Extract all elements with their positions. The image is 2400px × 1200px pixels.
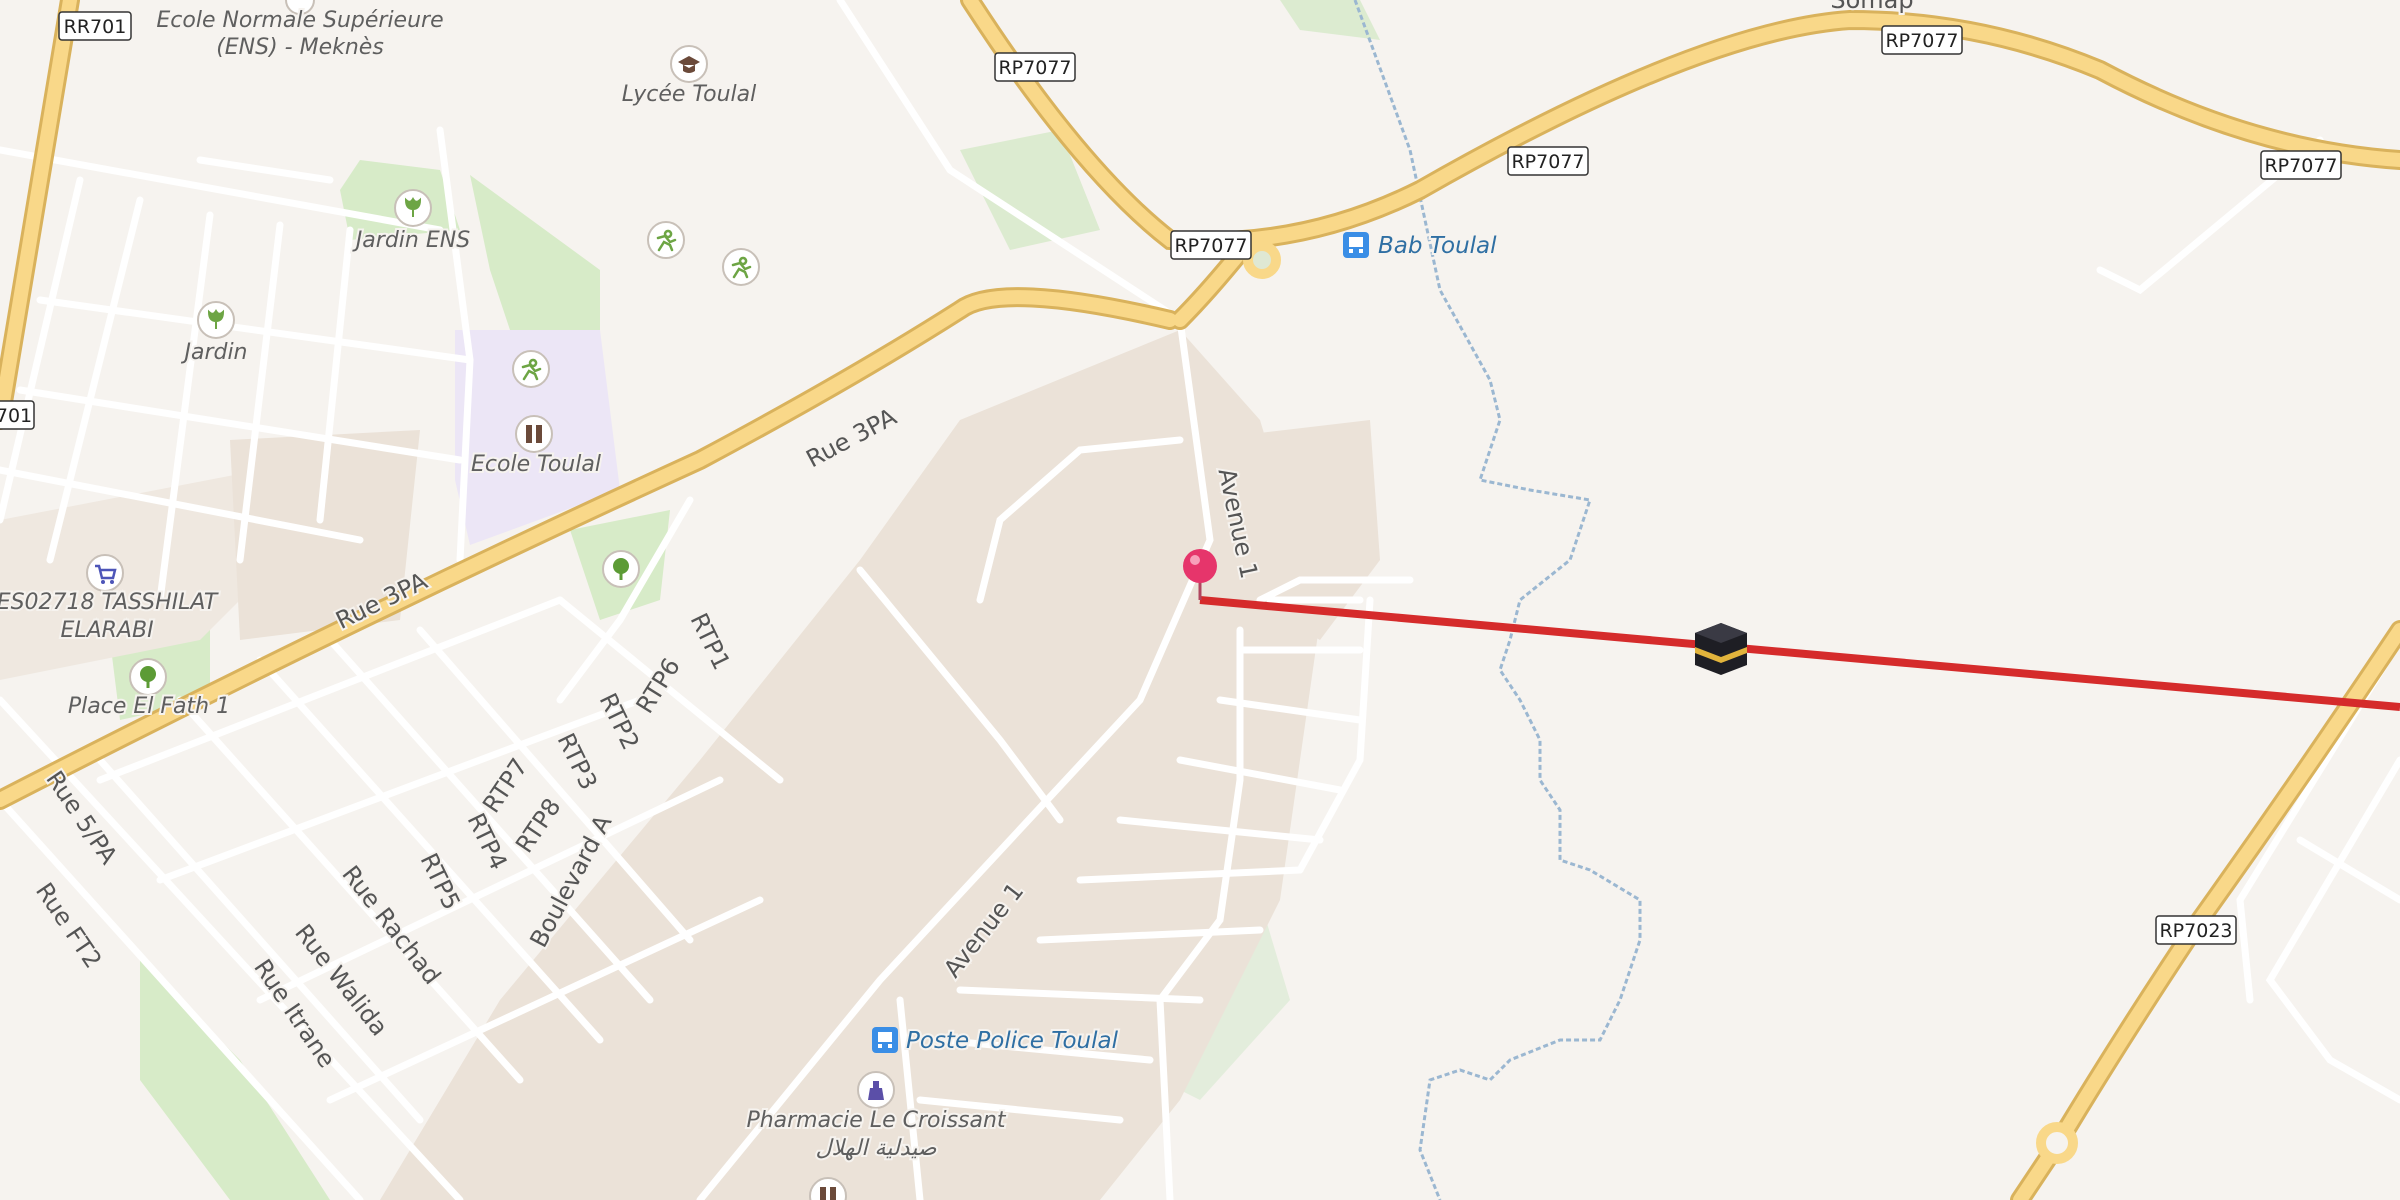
route-shield: RP7077 [2260,150,2342,180]
kaaba-icon[interactable] [1695,623,1747,675]
route-shield: RP7077 [1507,146,1589,176]
route-shield: RR701 [58,11,132,41]
sports-icon[interactable] [722,248,760,286]
route-shield: RP7023 [2155,915,2237,945]
school-icon[interactable] [515,415,553,453]
place-label: ES02718 TASSHILAT [0,590,219,615]
place-label: Ecole Toulal [471,452,601,477]
garden-icon[interactable] [394,189,432,227]
svg-text:RP7077: RP7077 [1885,30,1958,52]
place-label: Place El Fath 1 [68,694,230,719]
svg-text:RR701: RR701 [64,16,127,38]
park-tree-icon[interactable] [129,658,167,696]
transit-label: Poste Police Toulal [906,1028,1119,1054]
route-shield: RP7077 [1881,25,1963,55]
park-tree-icon[interactable] [602,550,640,588]
svg-text:RP7077: RP7077 [1174,235,1247,257]
transit-label: Bab Toulal [1378,233,1497,259]
garden-icon[interactable] [197,301,235,339]
graduation-cap-icon[interactable] [670,45,708,83]
route-shield: 701 [0,400,35,430]
route-shield: RP7077 [994,52,1076,82]
place-label: Jardin [180,340,247,365]
route-shield: RP7077 [1170,230,1252,260]
bus-stop-icon[interactable] [872,1027,898,1053]
place-label: Lycée Toulal [622,82,756,107]
place-label: ELARABI [60,618,153,643]
map-canvas[interactable]: RR701 RP7077 RP7077 RP7077 RP7077 RP7077… [0,0,2400,1200]
svg-text:RP7077: RP7077 [1511,151,1584,173]
street-label: Somap [1830,0,1913,14]
svg-text:RP7023: RP7023 [2159,920,2232,942]
svg-text:RP7077: RP7077 [2264,155,2337,177]
svg-text:701: 701 [0,405,32,427]
pharmacy-icon[interactable] [857,1071,895,1109]
sports-icon[interactable] [647,221,685,259]
sports-icon[interactable] [512,350,550,388]
place-label: Pharmacie Le Croissant [746,1108,1006,1133]
place-label: (ENS) - Meknès [216,35,384,60]
place-label: صيدلية الهلال [815,1136,936,1161]
svg-text:RP7077: RP7077 [998,57,1071,79]
place-label: Jardin ENS [352,228,470,253]
bus-stop-icon[interactable] [1343,232,1369,258]
place-label: Ecole Normale Supérieure [156,8,443,33]
shopping-cart-icon[interactable] [86,554,124,592]
